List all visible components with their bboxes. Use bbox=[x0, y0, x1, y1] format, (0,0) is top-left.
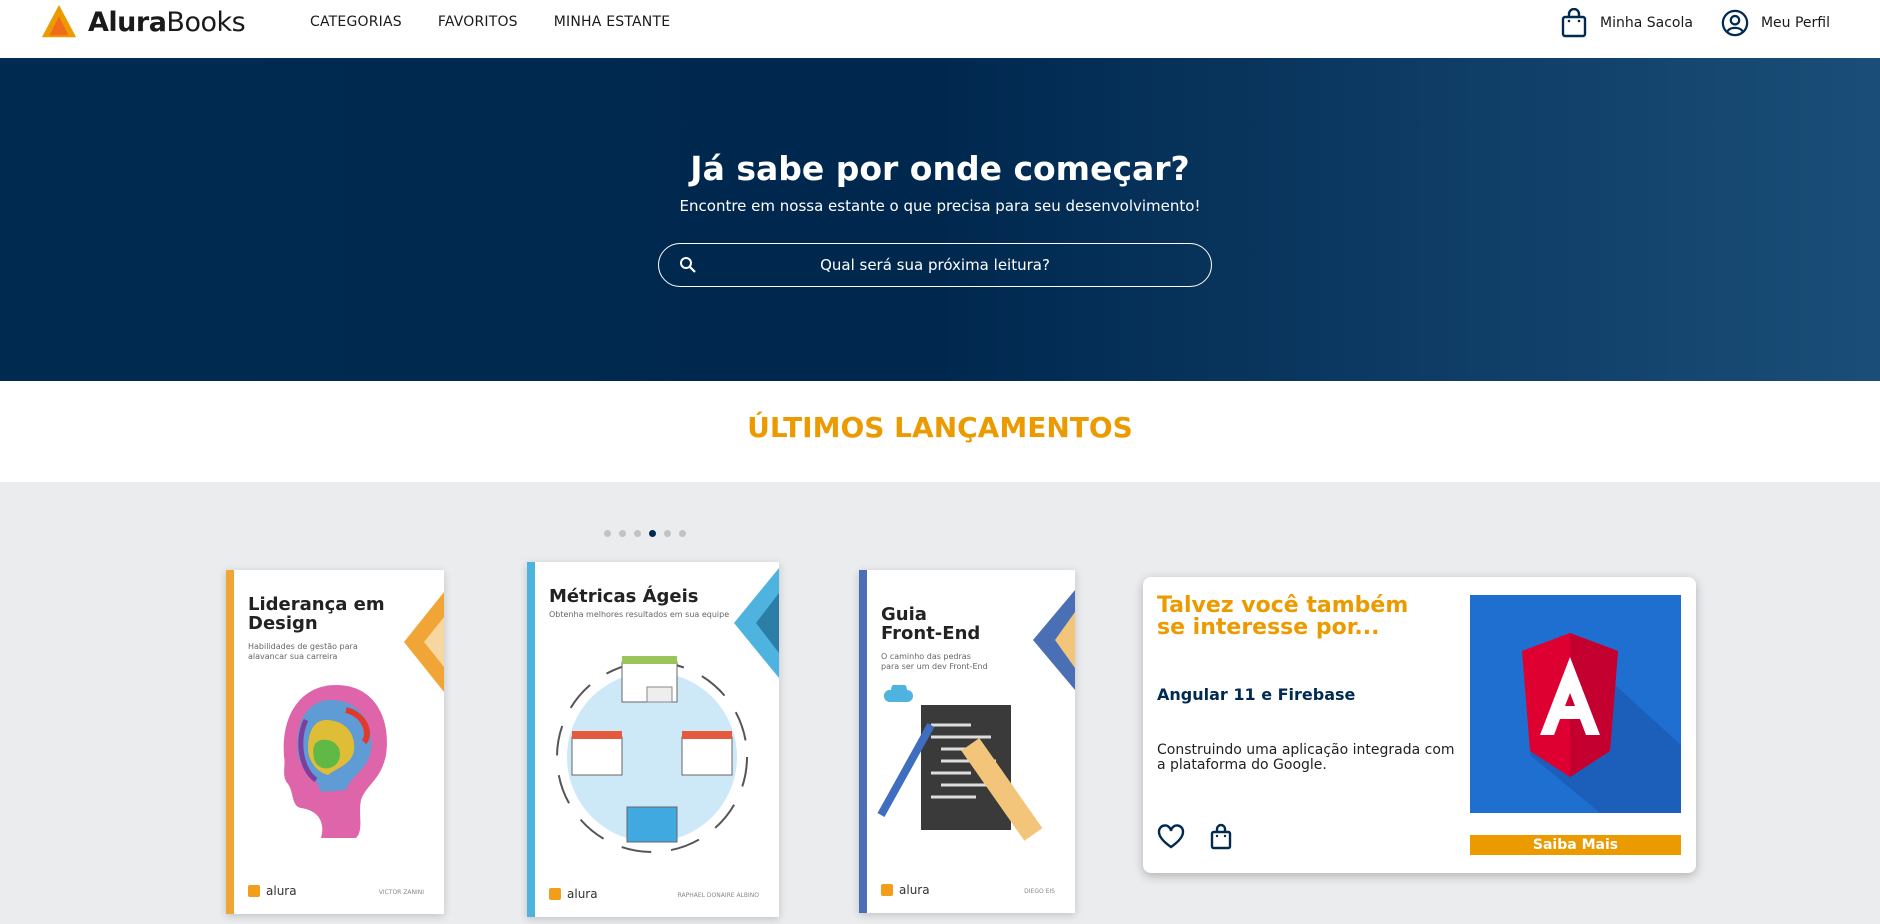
code-editor-illustration bbox=[877, 685, 1043, 841]
carousel-dots bbox=[604, 530, 686, 537]
book-title: Liderança em Design bbox=[248, 594, 385, 634]
logo-triangle-icon bbox=[41, 4, 77, 38]
angular-logo-icon bbox=[1522, 633, 1681, 813]
bag-link[interactable]: Minha Sacola bbox=[1560, 8, 1693, 38]
recommendation-heading: Talvez você também se interesse por... bbox=[1157, 593, 1409, 640]
user-links: Minha Sacola Meu Perfil bbox=[1560, 8, 1830, 38]
recommended-book-image[interactable] bbox=[1470, 595, 1681, 813]
main-nav: CATEGORIAS FAVORITOS MINHA ESTANTE bbox=[310, 14, 670, 30]
casa-do-codigo-logo-icon bbox=[248, 885, 260, 897]
book-spine bbox=[527, 562, 535, 917]
book-publisher: alura bbox=[248, 884, 297, 898]
nav-item-minha-estante[interactable]: MINHA ESTANTE bbox=[554, 14, 670, 30]
hero-title: Já sabe por onde começar? bbox=[690, 149, 1190, 188]
card-actions bbox=[1157, 823, 1235, 851]
bag-label: Minha Sacola bbox=[1600, 15, 1693, 31]
carousel-dot[interactable] bbox=[619, 530, 626, 537]
hero-banner: Já sabe por onde começar? Encontre em no… bbox=[0, 58, 1880, 381]
header: AluraBooks CATEGORIAS FAVORITOS MINHA ES… bbox=[0, 0, 1880, 58]
book-corner-decoration bbox=[1033, 590, 1075, 690]
recommended-book-description: Construindo uma aplicação integrada com … bbox=[1157, 742, 1455, 773]
book-subtitle: Habilidades de gestão para alavancar sua… bbox=[248, 642, 358, 662]
search-input[interactable] bbox=[735, 256, 1135, 274]
book-cover-lideranca-em-design[interactable]: Liderança em Design Habilidades de gestã… bbox=[226, 570, 444, 914]
book-title: Guia Front-End bbox=[881, 604, 981, 644]
carousel-dot[interactable] bbox=[634, 530, 641, 537]
book-title: Métricas Ágeis bbox=[549, 586, 699, 607]
casa-do-codigo-logo-icon bbox=[549, 888, 561, 900]
recommended-book-title: Angular 11 e Firebase bbox=[1157, 685, 1356, 704]
recommendation-card: Talvez você também se interesse por... A… bbox=[1143, 577, 1696, 873]
user-profile-icon bbox=[1721, 9, 1749, 37]
agile-cycle-illustration bbox=[556, 656, 748, 853]
book-publisher: alura bbox=[549, 887, 598, 901]
book-publisher: alura bbox=[881, 883, 930, 897]
profile-link[interactable]: Meu Perfil bbox=[1721, 8, 1830, 38]
carousel-dot[interactable] bbox=[664, 530, 671, 537]
shopping-bag-icon bbox=[1561, 8, 1587, 38]
nav-item-favoritos[interactable]: FAVORITOS bbox=[438, 14, 518, 30]
carousel-dot[interactable] bbox=[604, 530, 611, 537]
hero-subtitle: Encontre em nossa estante o que precisa … bbox=[679, 197, 1201, 215]
book-subtitle: Obtenha melhores resultados em sua equip… bbox=[549, 610, 730, 619]
book-author: RAPHAEL DONAIRE ALBINO bbox=[677, 892, 759, 899]
favorite-heart-icon[interactable] bbox=[1157, 823, 1185, 851]
search-bar bbox=[658, 243, 1212, 287]
nav-item-categorias[interactable]: CATEGORIAS bbox=[310, 14, 402, 30]
book-author: VICTOR ZANINI bbox=[378, 889, 424, 896]
book-cover-guia-front-end[interactable]: Guia Front-End O caminho das pedras para… bbox=[859, 570, 1075, 913]
alurabooks-logo[interactable]: AluraBooks bbox=[40, 3, 246, 41]
book-spine bbox=[226, 570, 234, 914]
saiba-mais-button[interactable]: Saiba Mais bbox=[1470, 835, 1681, 855]
carousel-dot-active[interactable] bbox=[649, 530, 656, 537]
book-subtitle: O caminho das pedras para ser um dev Fro… bbox=[881, 652, 988, 672]
logo-text: AluraBooks bbox=[88, 6, 246, 38]
book-corner-decoration bbox=[404, 592, 444, 692]
profile-label: Meu Perfil bbox=[1760, 15, 1830, 31]
carousel-dot[interactable] bbox=[679, 530, 686, 537]
casa-do-codigo-logo-icon bbox=[881, 884, 893, 896]
book-spine bbox=[859, 570, 867, 913]
add-to-bag-icon[interactable] bbox=[1207, 823, 1235, 851]
colorful-head-illustration bbox=[283, 685, 387, 838]
releases-carousel: Liderança em Design Habilidades de gestã… bbox=[0, 482, 1880, 924]
book-cover-metricas-ageis[interactable]: Métricas Ágeis Obtenha melhores resultad… bbox=[527, 562, 779, 917]
search-icon[interactable] bbox=[679, 256, 697, 274]
book-author: DIEGO EIS bbox=[1024, 888, 1055, 895]
releases-title: ÚLTIMOS LANÇAMENTOS bbox=[0, 381, 1880, 482]
